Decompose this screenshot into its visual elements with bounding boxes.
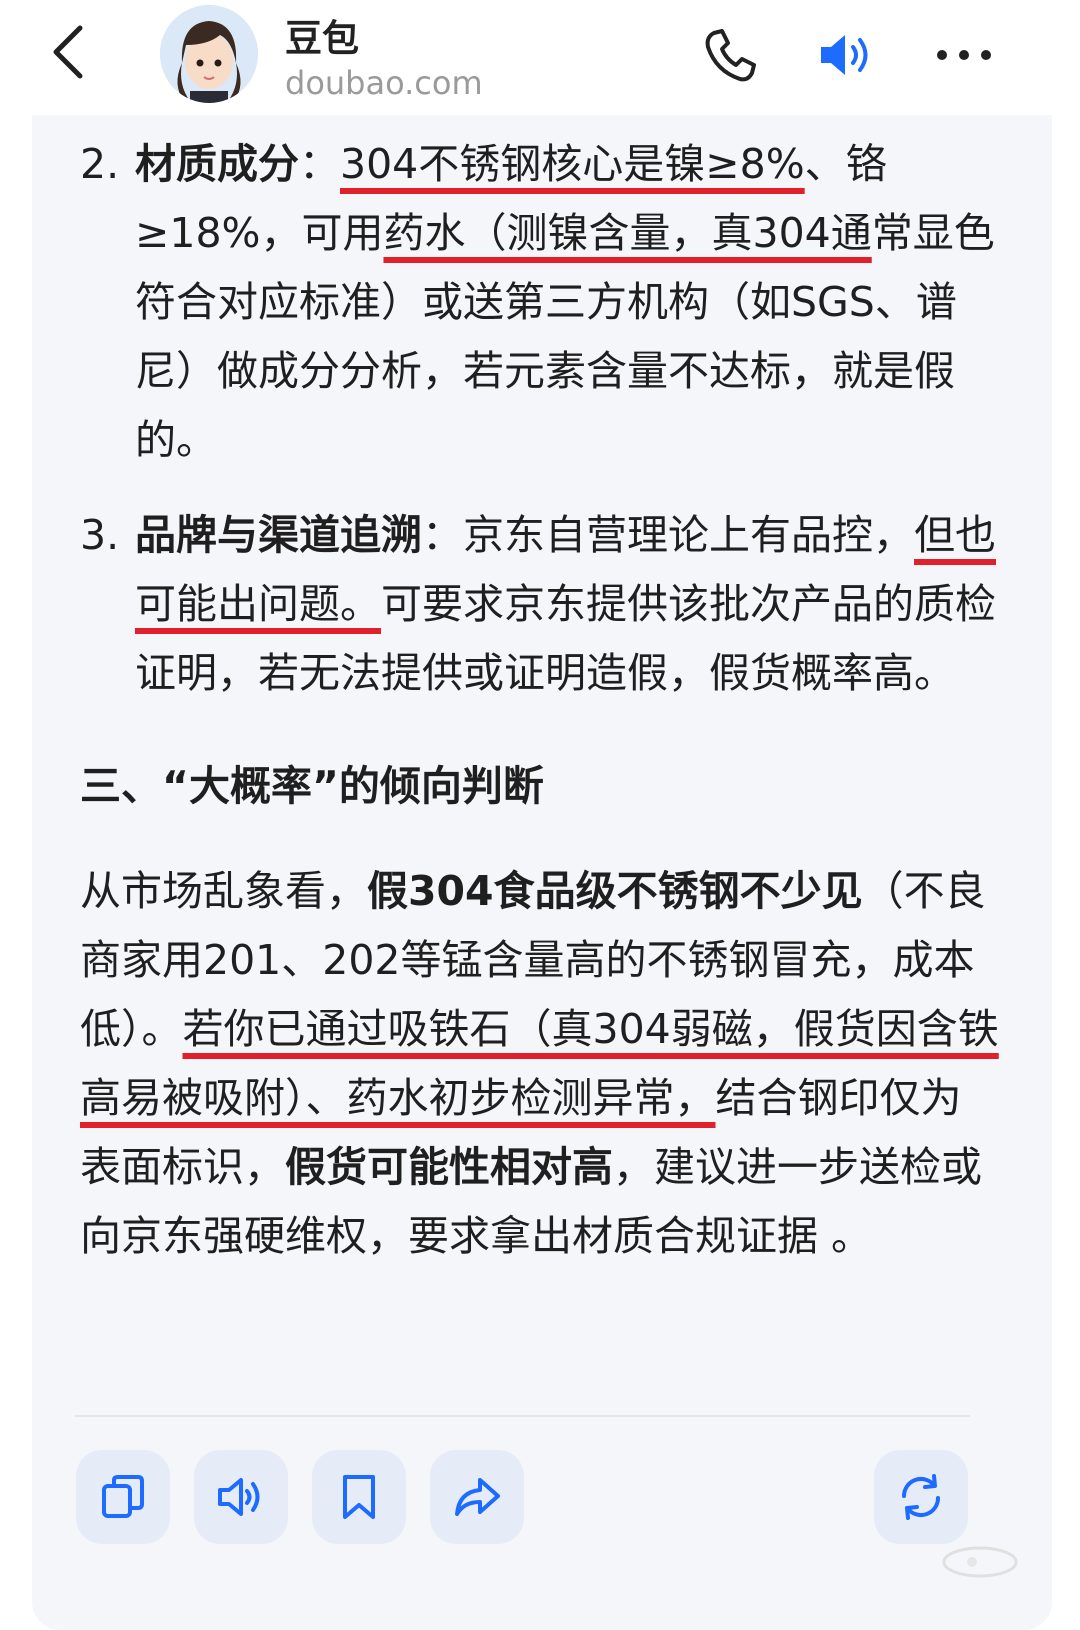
share-icon (455, 1478, 500, 1516)
list-item: 3. 品牌与渠道追溯：京东自营理论上有品控，但也可能出问题。可要求京东提供该批次… (80, 501, 1000, 708)
phone-icon[interactable] (700, 25, 760, 85)
list-item-label: 品牌与渠道追溯 (135, 511, 422, 559)
message-content: 2. 材质成分：304不锈钢核心是镍≥8%、铬≥18%，可用药水（测镍含量，真3… (80, 130, 1000, 1271)
underlined-text: 304不锈钢核心是镍≥8% (340, 140, 805, 188)
list-number: 2. (80, 140, 120, 188)
back-arrow-icon[interactable] (44, 22, 104, 82)
bookmark-icon (343, 1475, 375, 1519)
watermark-logo (942, 1546, 1018, 1578)
avatar[interactable] (160, 5, 258, 103)
list-item-label: 材质成分 (135, 140, 299, 188)
list-number: 3. (80, 511, 120, 559)
read-aloud-button[interactable] (194, 1450, 288, 1544)
copy-button[interactable] (76, 1450, 170, 1544)
section-heading: 三、“大概率”的倾向判断 (80, 762, 544, 810)
copy-icon (102, 1475, 144, 1518)
bookmark-button[interactable] (312, 1450, 406, 1544)
chat-subtitle: doubao.com (285, 64, 483, 102)
underlined-text: 药水（测镍含量，真304通 (383, 209, 872, 257)
divider (75, 1415, 970, 1417)
regenerate-icon (901, 1474, 941, 1520)
more-icon[interactable] (934, 25, 994, 85)
list-item: 2. 材质成分：304不锈钢核心是镍≥8%、铬≥18%，可用药水（测镍含量，真3… (80, 130, 1000, 475)
chat-header: 豆包 doubao.com (0, 0, 1080, 115)
read-aloud-icon (218, 1478, 260, 1516)
paragraph: 从市场乱象看，假304食品级不锈钢不少见（不良商家用201、202等锰含量高的不… (80, 867, 999, 1260)
share-button[interactable] (430, 1450, 524, 1544)
regenerate-button[interactable] (874, 1450, 968, 1544)
speaker-icon[interactable] (815, 25, 875, 85)
chat-title: 豆包 (285, 17, 359, 60)
